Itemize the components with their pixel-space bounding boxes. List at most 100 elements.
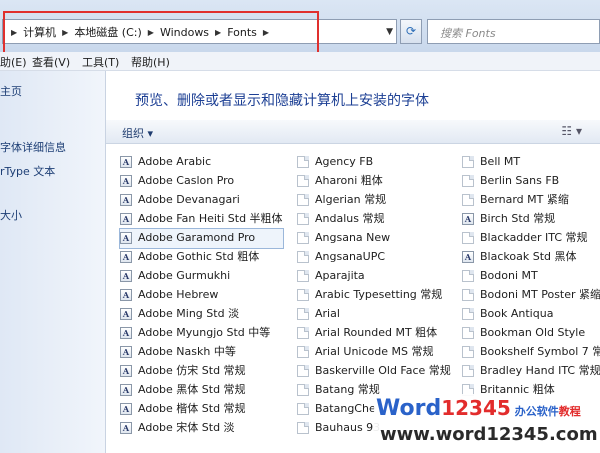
font-item[interactable]: Blackadder ITC 常规 — [462, 229, 600, 248]
nav-link-home[interactable]: 主页 — [0, 83, 22, 99]
font-item[interactable]: A Adobe Hebrew — [120, 286, 283, 305]
font-name: Andalus 常规 — [315, 212, 385, 225]
font-name: Bookman Old Style — [480, 326, 586, 339]
font-item[interactable]: Book Antiqua — [462, 305, 600, 324]
view-options-icon[interactable]: ☷ ▾ — [561, 124, 582, 138]
font-item[interactable]: A Adobe 黑体 Std 常规 — [120, 381, 283, 400]
font-file-icon — [297, 251, 309, 263]
nav-link-size[interactable]: 大小 — [0, 207, 22, 223]
font-name: Adobe 楷体 Std 常规 — [138, 402, 246, 415]
font-item[interactable]: A Adobe Arabic — [120, 153, 283, 172]
left-task-pane: 主页 字体详细信息 rType 文本 大小 — [0, 71, 106, 453]
font-item[interactable]: A Adobe Myungjo Std 中等 — [120, 324, 283, 343]
font-file-icon — [462, 270, 474, 282]
font-name: Bauhaus 93 — [315, 421, 381, 434]
search-input[interactable]: 搜索 Fonts — [427, 19, 600, 44]
watermark-slogan: 办公软件 — [514, 405, 559, 418]
font-item[interactable]: A Adobe Gurmukhi — [120, 267, 283, 286]
font-item[interactable]: Arial Unicode MS 常规 — [297, 343, 451, 362]
nav-link-font-settings[interactable]: 字体详细信息 — [0, 139, 66, 155]
opentype-font-icon: A — [120, 213, 132, 225]
font-file-icon — [462, 346, 474, 358]
font-name: Adobe 仿宋 Std 常规 — [138, 364, 246, 377]
font-name: Arial — [315, 307, 340, 320]
font-file-icon — [297, 365, 309, 377]
font-item[interactable]: Berlin Sans FB — [462, 172, 600, 191]
menu-view[interactable]: 查看(V) — [32, 54, 70, 70]
watermark-logo: Word12345 办公软件教程 www.word12345.com — [374, 394, 600, 453]
font-file-icon — [462, 175, 474, 187]
font-item[interactable]: A Adobe Fan Heiti Std 半粗体 — [120, 210, 283, 229]
opentype-font-icon: A — [462, 213, 474, 225]
menu-tools[interactable]: 工具(T) — [82, 54, 119, 70]
font-file-icon — [462, 232, 474, 244]
opentype-font-icon: A — [120, 175, 132, 187]
font-name: Blackadder ITC 常规 — [480, 231, 588, 244]
font-name: Adobe Arabic — [138, 155, 212, 168]
font-file-icon — [297, 327, 309, 339]
font-item[interactable]: Bell MT — [462, 153, 600, 172]
font-item[interactable]: A Adobe 仿宋 Std 常规 — [120, 362, 283, 381]
opentype-font-icon: A — [120, 194, 132, 206]
font-column-3: Bell MT Berlin Sans FB Bernard MT 紧缩 A Bi… — [462, 153, 600, 400]
menu-help[interactable]: 帮助(H) — [131, 54, 170, 70]
font-item[interactable]: Bodoni MT Poster 紧缩 — [462, 286, 600, 305]
opentype-font-icon: A — [120, 346, 132, 358]
font-item[interactable]: A Adobe 楷体 Std 常规 — [120, 400, 283, 419]
font-name: Agency FB — [315, 155, 374, 168]
font-item[interactable]: Arabic Typesetting 常规 — [297, 286, 451, 305]
menu-bar: 助(E) 查看(V) 工具(T) 帮助(H) — [0, 52, 600, 71]
font-item[interactable]: Arial — [297, 305, 451, 324]
font-item[interactable]: AngsanaUPC — [297, 248, 451, 267]
font-name: Adobe Fan Heiti Std 半粗体 — [138, 212, 283, 225]
font-item[interactable]: A Blackoak Std 黑体 — [462, 248, 600, 267]
font-item[interactable]: A Birch Std 常规 — [462, 210, 600, 229]
font-item[interactable]: Baskerville Old Face 常规 — [297, 362, 451, 381]
font-file-icon — [462, 365, 474, 377]
font-item[interactable]: Bookshelf Symbol 7 常 — [462, 343, 600, 362]
font-item[interactable]: Bernard MT 紧缩 — [462, 191, 600, 210]
font-file-icon — [297, 403, 309, 415]
font-item[interactable]: Angsana New — [297, 229, 451, 248]
font-file-icon — [462, 327, 474, 339]
watermark-brand-number: 12345 — [441, 396, 511, 420]
font-item[interactable]: A Adobe 宋体 Std 淡 — [120, 419, 283, 438]
font-item[interactable]: Agency FB — [297, 153, 451, 172]
page-title: 预览、删除或者显示和隐藏计算机上安装的字体 — [135, 93, 429, 109]
font-item[interactable]: A Adobe Devanagari — [120, 191, 283, 210]
font-item[interactable]: A Adobe Naskh 中等 — [120, 343, 283, 362]
font-item[interactable]: Andalus 常规 — [297, 210, 451, 229]
font-name: Bodoni MT — [480, 269, 538, 282]
font-name: Arabic Typesetting 常规 — [315, 288, 443, 301]
organize-button[interactable]: 组织 ▾ — [122, 125, 153, 141]
font-name: Bell MT — [480, 155, 521, 168]
font-name: Blackoak Std 黑体 — [480, 250, 577, 263]
font-name: Angsana New — [315, 231, 391, 244]
font-item[interactable]: Bradley Hand ITC 常规 — [462, 362, 600, 381]
opentype-font-icon: A — [120, 289, 132, 301]
font-name: Adobe Gurmukhi — [138, 269, 231, 282]
font-name: Adobe 黑体 Std 常规 — [138, 383, 246, 396]
font-name: Book Antiqua — [480, 307, 554, 320]
font-item[interactable]: A Adobe Gothic Std 粗体 — [120, 248, 283, 267]
menu-edit[interactable]: 助(E) — [0, 54, 27, 70]
address-dropdown-icon[interactable]: ▼ — [386, 27, 393, 37]
font-file-icon — [297, 289, 309, 301]
font-name: Aparajita — [315, 269, 365, 282]
font-item[interactable]: Bookman Old Style — [462, 324, 600, 343]
font-item[interactable]: Aharoni 粗体 — [297, 172, 451, 191]
opentype-font-icon: A — [120, 403, 132, 415]
nav-link-cleartype[interactable]: rType 文本 — [0, 163, 55, 179]
font-item[interactable]: A Adobe Caslon Pro — [120, 172, 283, 191]
font-item[interactable]: A Adobe Ming Std 淡 — [120, 305, 283, 324]
font-name: Birch Std 常规 — [480, 212, 556, 225]
font-item-selected[interactable]: A Adobe Garamond Pro — [119, 228, 284, 249]
refresh-icon[interactable]: ⟳ — [400, 19, 422, 44]
font-item[interactable]: Aparajita — [297, 267, 451, 286]
font-item[interactable]: Algerian 常规 — [297, 191, 451, 210]
font-item[interactable]: Bodoni MT — [462, 267, 600, 286]
font-file-icon — [462, 308, 474, 320]
font-name: BatangChe — [315, 402, 376, 415]
address-toolbar: ▶ 计算机 ▶ 本地磁盘 (C:) ▶ Windows ▶ Fonts ▶ ▼ … — [0, 0, 600, 54]
font-item[interactable]: Arial Rounded MT 粗体 — [297, 324, 451, 343]
